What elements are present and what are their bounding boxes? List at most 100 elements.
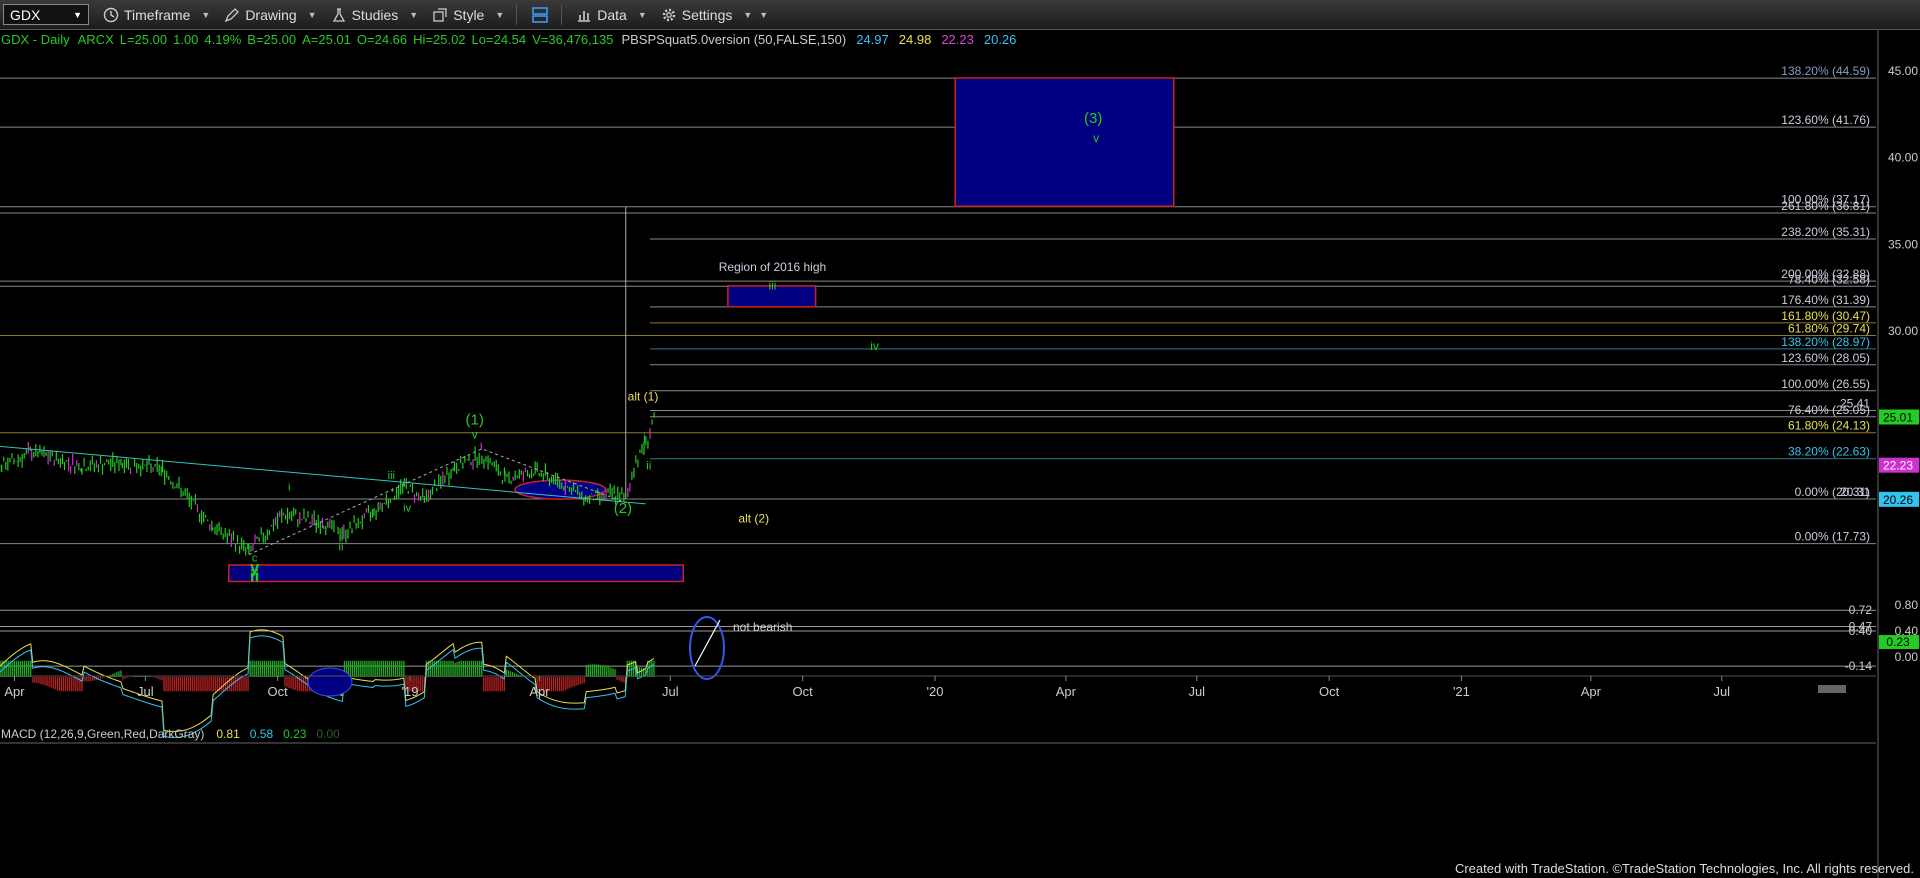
study-value-4: 20.26	[984, 32, 1017, 47]
flask-icon	[332, 7, 345, 22]
toolbar: GDX ▼ Timeframe ▼ Drawing ▼ Studies ▼ St…	[0, 0, 1920, 30]
timeframe-label: Timeframe	[124, 6, 191, 23]
wave-label: (2)	[614, 500, 632, 517]
settings-label: Settings	[681, 6, 733, 23]
fib-level-label: 78.40% (32.58)	[1788, 272, 1870, 286]
macd-level-label: -0.14	[1845, 659, 1873, 673]
x-axis-tick: Oct	[268, 684, 289, 699]
price-change-pct: 4.19%	[204, 32, 241, 47]
high-price: Hi=25.02	[413, 32, 465, 47]
wave-label: (3)	[1084, 110, 1102, 127]
fib-level-label: 261.80% (36.81)	[1781, 199, 1870, 213]
layout-icon	[532, 6, 549, 23]
fib-level-label: 76.40% (25.05)	[1788, 403, 1870, 417]
macd-value-2: 0.58	[250, 727, 274, 741]
drawing-label: Drawing	[245, 6, 297, 23]
wave-label: alt (1)	[628, 389, 659, 403]
macd-level-label: 0.40	[1849, 624, 1873, 638]
x-axis-tick: '21	[1453, 684, 1470, 699]
macd-annotation: not bearish	[733, 620, 792, 634]
price-axis-tick: 40.00	[1888, 151, 1918, 165]
wave-label: ii	[250, 566, 259, 585]
chevron-down-icon: ▼	[743, 9, 753, 20]
chevron-down-icon: ▼	[409, 9, 419, 20]
settings-menu[interactable]: Settings ▼ ▼	[661, 7, 768, 23]
study-name: PBSPSquat5.0version (50,FALSE,150)	[621, 32, 846, 47]
x-axis-tick: Oct	[1319, 684, 1340, 699]
x-axis-tick: Oct	[793, 684, 814, 699]
macd-value-3: 0.23	[283, 727, 307, 741]
study-value-3: 22.23	[941, 32, 974, 47]
chevron-down-icon: ▼	[637, 9, 647, 20]
fib-level-label: 61.80% (24.13)	[1788, 419, 1870, 433]
timeframe-menu[interactable]: Timeframe ▼	[103, 7, 210, 23]
chevron-down-icon: ▼	[307, 9, 317, 20]
style-menu[interactable]: Style ▼	[432, 7, 504, 23]
macd-value-tag-label: 0.23	[1886, 635, 1910, 649]
toolbar-divider	[516, 4, 518, 25]
macd-axis-tick: 0.00	[1895, 650, 1919, 664]
fib-level-label: 20.31	[1840, 485, 1870, 499]
last-price-tag-label: 22.23	[1883, 459, 1913, 473]
chevron-down-icon: ▼	[201, 9, 211, 20]
studies-label: Studies	[351, 6, 399, 23]
wave-label: v	[1093, 131, 1099, 145]
wave-label: Region of 2016 high	[719, 260, 826, 274]
fib-level-label: 138.20% (28.97)	[1781, 335, 1870, 349]
x-axis-tick: '19	[402, 684, 419, 699]
svg-text:MACD (12,26,9,Green,Red,DarkGr: MACD (12,26,9,Green,Red,DarkGray) 0.81 0.5…	[1, 727, 340, 741]
macd-label: MACD (12,26,9,Green,Red,DarkGray)	[1, 727, 204, 741]
x-axis-tick: Apr	[1056, 684, 1077, 699]
fib-level-label: 238.20% (35.31)	[1781, 225, 1870, 239]
wave-label: i	[643, 431, 646, 445]
copyright-footer: Created with TradeStation. ©TradeStation…	[1454, 861, 1914, 876]
x-axis-tick: Apr	[4, 684, 25, 699]
study-value-1: 24.97	[856, 32, 889, 47]
drawing-menu[interactable]: Drawing ▼	[224, 6, 317, 23]
wave-label: iii	[388, 470, 395, 482]
wave-label: i	[288, 481, 290, 493]
exchange-label: ARCX	[78, 32, 114, 47]
open-price: O=24.66	[357, 32, 407, 47]
layout-button[interactable]	[531, 6, 549, 24]
studies-menu[interactable]: Studies ▼	[331, 6, 419, 23]
fib-level-label: 0.00% (17.73)	[1795, 530, 1870, 544]
x-axis-tick: Jul	[1188, 684, 1205, 699]
wave-ii-support-box	[228, 564, 685, 583]
chevron-down-icon: ▼	[759, 9, 769, 20]
data-menu[interactable]: Data ▼	[576, 7, 647, 23]
horizontal-scrollbar-thumb[interactable]	[1818, 685, 1846, 693]
fib-level-label: 100.00% (26.55)	[1781, 377, 1870, 391]
fib-level-label: 138.20% (44.59)	[1781, 64, 1870, 78]
wave-label: iv	[870, 339, 879, 353]
macd-value-4: 0.00	[316, 727, 340, 741]
price-change: 1.00	[173, 32, 198, 47]
style-icon	[433, 7, 447, 22]
wave-label: alt (2)	[738, 512, 769, 526]
bar-chart-icon	[578, 10, 591, 22]
wave-label: ii	[646, 459, 651, 473]
x-axis-tick: Jul	[1713, 684, 1730, 699]
wave-label: ii	[339, 541, 344, 553]
x-axis-tick: Jul	[137, 684, 154, 699]
price-axis-tick: 35.00	[1888, 237, 1918, 251]
macd-axis-tick: 0.80	[1895, 598, 1919, 612]
macd-low-ellipse	[307, 667, 353, 697]
x-axis-tick: '20	[927, 684, 944, 699]
toolbar-divider	[561, 4, 563, 25]
wave-label: iii	[768, 278, 776, 292]
fib-level-label: 123.60% (28.05)	[1781, 351, 1870, 365]
study-value-2: 24.98	[899, 32, 932, 47]
chevron-down-icon[interactable]: ▼	[73, 10, 82, 20]
fib-level-label: 176.40% (31.39)	[1781, 293, 1870, 307]
chevron-down-icon: ▼	[495, 9, 505, 20]
wave-3-target-box	[954, 77, 1175, 207]
gear-icon	[662, 8, 676, 21]
price-axis-tick: 30.00	[1888, 324, 1918, 338]
symbol-input[interactable]: GDX ▼	[3, 4, 89, 25]
bid-price: B=25.00	[247, 32, 296, 47]
symbol-value: GDX	[10, 6, 41, 23]
price-chart[interactable]: 138.20% (44.59)123.60% (41.76)100.00% (3…	[0, 30, 1920, 878]
wave-label: (1)	[466, 412, 484, 429]
x-axis-tick: Apr	[1581, 684, 1602, 699]
